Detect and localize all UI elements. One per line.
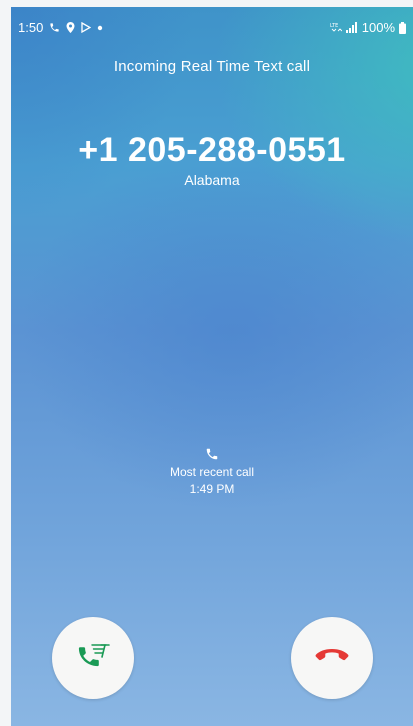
battery-icon	[399, 21, 406, 34]
decline-call-button[interactable]	[291, 617, 373, 699]
call-type-title: Incoming Real Time Text call	[113, 58, 311, 75]
lte-icon: LTE	[330, 22, 342, 33]
caller-number: +1 205-288-0551	[78, 131, 346, 169]
status-bar-left: 1:50	[18, 20, 103, 35]
status-bar-right: LTE 100%	[330, 20, 406, 35]
battery-percent: 100%	[361, 20, 395, 35]
incoming-call-screen: 1:50 LTE 100% Incoming Real Time Text ca…	[11, 7, 413, 726]
status-bar: 1:50 LTE 100%	[11, 7, 413, 45]
decline-call-icon	[314, 646, 350, 671]
signal-icon	[345, 22, 358, 33]
play-store-icon	[81, 22, 92, 33]
recent-call-label: Most recent call	[169, 465, 255, 479]
recent-call-info: Most recent call 1:49 PM	[11, 447, 413, 498]
screen-frame: 1:50 LTE 100% Incoming Real Time Text ca…	[0, 0, 413, 726]
accept-rtt-call-button[interactable]	[52, 617, 134, 699]
call-icon	[49, 22, 60, 33]
recent-call-phone-icon	[205, 447, 219, 461]
location-icon	[66, 22, 75, 33]
svg-text:LTE: LTE	[330, 23, 338, 29]
dot-icon	[97, 25, 103, 31]
status-time: 1:50	[18, 20, 44, 35]
recent-call-time: 1:49 PM	[189, 482, 235, 496]
rtt-accept-icon	[73, 636, 113, 681]
caller-location: Alabama	[184, 172, 240, 188]
